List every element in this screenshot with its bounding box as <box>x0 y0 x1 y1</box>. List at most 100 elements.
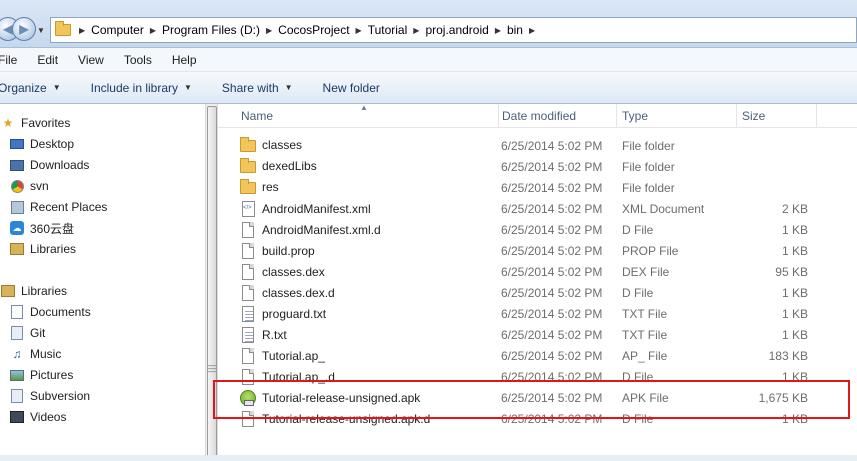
file-row[interactable]: Tutorial.ap_ 6/25/2014 5:02 PM AP_ File … <box>218 345 857 366</box>
nav-item-videos[interactable]: Videos <box>9 407 66 427</box>
nav-item-desktop[interactable]: Desktop <box>9 134 74 154</box>
recent-places-icon <box>9 199 25 215</box>
details-pane-edge <box>0 455 857 461</box>
nav-item-subversion[interactable]: Subversion <box>9 386 90 406</box>
pictures-icon <box>9 367 25 383</box>
chevron-down-icon: ▼ <box>184 83 192 92</box>
recent-pages-dropdown-icon[interactable]: ▼ <box>37 26 45 35</box>
nav-item-360-cloud[interactable]: ☁ 360云盘 <box>9 218 74 238</box>
file-icon <box>242 348 254 364</box>
share-with-label: Share with <box>221 80 279 95</box>
file-name: classes.dex <box>262 265 325 279</box>
share-with-button[interactable]: Share with ▼ <box>222 81 293 95</box>
file-name: proguard.txt <box>262 307 327 321</box>
column-size[interactable]: Size <box>737 104 817 128</box>
menu-view[interactable]: View <box>78 53 104 67</box>
breadcrumb-separator-icon[interactable]: ▶ <box>266 26 272 35</box>
column-size-label: Size <box>742 109 766 123</box>
organize-label: Organize <box>0 80 47 95</box>
breadcrumb-separator-icon[interactable]: ▶ <box>495 26 501 35</box>
breadcrumb-computer[interactable]: Computer <box>91 23 144 37</box>
file-name: R.txt <box>262 328 287 342</box>
breadcrumb-separator-icon[interactable]: ▶ <box>529 26 535 35</box>
nav-item-recent-places[interactable]: Recent Places <box>9 197 107 217</box>
file-row[interactable]: R.txt 6/25/2014 5:02 PM TXT File 1 KB <box>218 324 857 345</box>
file-type: File folder <box>622 181 675 195</box>
file-type: D File <box>622 223 654 237</box>
breadcrumb-program-files[interactable]: Program Files (D:) <box>162 23 260 37</box>
breadcrumb-separator-icon[interactable]: ▶ <box>356 26 362 35</box>
column-type[interactable]: Type <box>617 104 737 128</box>
nav-item-pictures[interactable]: Pictures <box>9 365 73 385</box>
folder-icon <box>240 158 256 173</box>
include-in-library-button[interactable]: Include in library ▼ <box>91 81 192 95</box>
chevron-down-icon: ▼ <box>284 83 293 92</box>
forward-button[interactable]: ▶ <box>12 17 36 41</box>
file-size: 1 KB <box>781 328 808 342</box>
file-row[interactable]: build.prop 6/25/2014 5:02 PM PROP File 1… <box>218 240 857 261</box>
nav-item-label: Pictures <box>30 368 74 382</box>
column-header-row: ▲ Name Date modified Type Size <box>218 103 857 128</box>
file-size: 2 KB <box>781 202 808 216</box>
nav-item-libraries-fav[interactable]: Libraries <box>9 239 76 259</box>
menu-edit[interactable]: Edit <box>37 53 58 67</box>
nav-libraries[interactable]: Libraries <box>0 281 67 301</box>
breadcrumb-separator-icon[interactable]: ▶ <box>150 26 156 35</box>
file-row[interactable]: classes.dex.d 6/25/2014 5:02 PM D File 1… <box>218 282 857 303</box>
file-size: 183 KB <box>768 349 808 363</box>
nav-item-documents[interactable]: Documents <box>9 302 91 322</box>
nav-libraries-label: Libraries <box>21 284 68 298</box>
folder-icon <box>240 179 256 194</box>
breadcrumb-cocosproject[interactable]: CocosProject <box>278 23 349 37</box>
breadcrumb-separator-icon[interactable]: ▶ <box>79 26 85 35</box>
new-folder-label: New folder <box>322 80 380 95</box>
new-folder-button[interactable]: New folder <box>323 81 380 95</box>
nav-item-git[interactable]: Git <box>9 323 45 343</box>
address-bar[interactable]: ▶ Computer ▶ Program Files (D:) ▶ CocosP… <box>50 17 857 43</box>
file-type: PROP File <box>622 244 679 258</box>
file-size: 95 KB <box>775 265 808 279</box>
nav-item-label: Documents <box>30 305 91 319</box>
file-size: 1 KB <box>781 307 808 321</box>
file-date: 6/25/2014 5:02 PM <box>501 223 603 237</box>
file-row[interactable]: res 6/25/2014 5:02 PM File folder <box>218 177 857 198</box>
breadcrumb-proj-android[interactable]: proj.android <box>425 23 488 37</box>
file-date: 6/25/2014 5:02 PM <box>501 139 603 153</box>
file-row[interactable]: dexedLibs 6/25/2014 5:02 PM File folder <box>218 156 857 177</box>
nav-item-downloads[interactable]: Downloads <box>9 155 89 175</box>
breadcrumb-tutorial[interactable]: Tutorial <box>368 23 408 37</box>
file-row[interactable]: classes 6/25/2014 5:02 PM File folder <box>218 135 857 156</box>
breadcrumb-separator-icon[interactable]: ▶ <box>413 26 419 35</box>
git-icon <box>9 325 25 341</box>
desktop-icon <box>9 136 25 152</box>
xml-file-icon <box>242 201 255 217</box>
file-row[interactable]: proguard.txt 6/25/2014 5:02 PM TXT File … <box>218 303 857 324</box>
file-name: res <box>262 180 279 194</box>
file-row[interactable]: classes.dex 6/25/2014 5:02 PM DEX File 9… <box>218 261 857 282</box>
nav-item-label: Desktop <box>30 137 75 151</box>
navigation-pane: ★ Favorites Desktop Downloads svn Recent… <box>0 104 205 461</box>
column-date-modified[interactable]: Date modified <box>497 104 617 128</box>
folder-icon <box>240 137 256 152</box>
file-row[interactable]: AndroidManifest.xml 6/25/2014 5:02 PM XM… <box>218 198 857 219</box>
nav-item-label: 360云盘 <box>30 221 75 236</box>
nav-item-label: Git <box>30 326 46 340</box>
breadcrumb-bin[interactable]: bin <box>507 23 523 37</box>
file-date: 6/25/2014 5:02 PM <box>501 307 603 321</box>
file-date: 6/25/2014 5:02 PM <box>501 286 603 300</box>
file-type: File folder <box>622 160 675 174</box>
nav-item-svn[interactable]: svn <box>9 176 49 196</box>
menu-tools[interactable]: Tools <box>124 53 152 67</box>
highlight-annotation-box <box>213 380 850 419</box>
menu-help[interactable]: Help <box>172 53 197 67</box>
file-size: 1 KB <box>781 244 808 258</box>
file-date: 6/25/2014 5:02 PM <box>501 202 603 216</box>
menu-file[interactable]: File <box>0 53 17 67</box>
nav-item-music[interactable]: ♫ Music <box>9 344 62 364</box>
nav-favorites[interactable]: ★ Favorites <box>0 113 71 133</box>
file-row[interactable]: AndroidManifest.xml.d 6/25/2014 5:02 PM … <box>218 219 857 240</box>
file-date: 6/25/2014 5:02 PM <box>501 349 603 363</box>
file-size: 1 KB <box>781 223 808 237</box>
organize-button[interactable]: Organize ▼ <box>0 81 61 95</box>
column-name[interactable]: Name <box>236 104 499 128</box>
